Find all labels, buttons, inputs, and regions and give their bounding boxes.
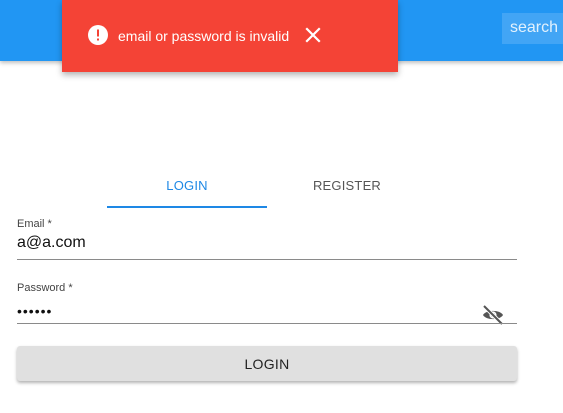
search-placeholder: search	[510, 19, 559, 36]
password-label: Password *	[17, 282, 73, 294]
tab-indicator	[107, 206, 267, 208]
email-label: Email *	[17, 218, 52, 230]
password-input[interactable]: ••••••	[17, 303, 467, 319]
auth-tabs: LOGIN REGISTER	[107, 170, 427, 210]
search-input[interactable]: search	[502, 13, 563, 44]
close-icon[interactable]	[302, 24, 324, 46]
login-button[interactable]: LOGIN	[17, 346, 517, 381]
email-field: Email * a@a.com	[17, 218, 517, 264]
email-underline	[17, 259, 517, 260]
error-icon	[88, 25, 108, 45]
tab-login[interactable]: LOGIN	[107, 170, 267, 208]
snackbar-message: email or password is invalid	[118, 28, 290, 44]
email-input[interactable]: a@a.com	[17, 234, 467, 252]
password-underline	[17, 323, 517, 324]
tab-register[interactable]: REGISTER	[267, 170, 427, 208]
error-snackbar: email or password is invalid	[62, 0, 398, 72]
password-field: Password * ••••••	[17, 282, 517, 328]
